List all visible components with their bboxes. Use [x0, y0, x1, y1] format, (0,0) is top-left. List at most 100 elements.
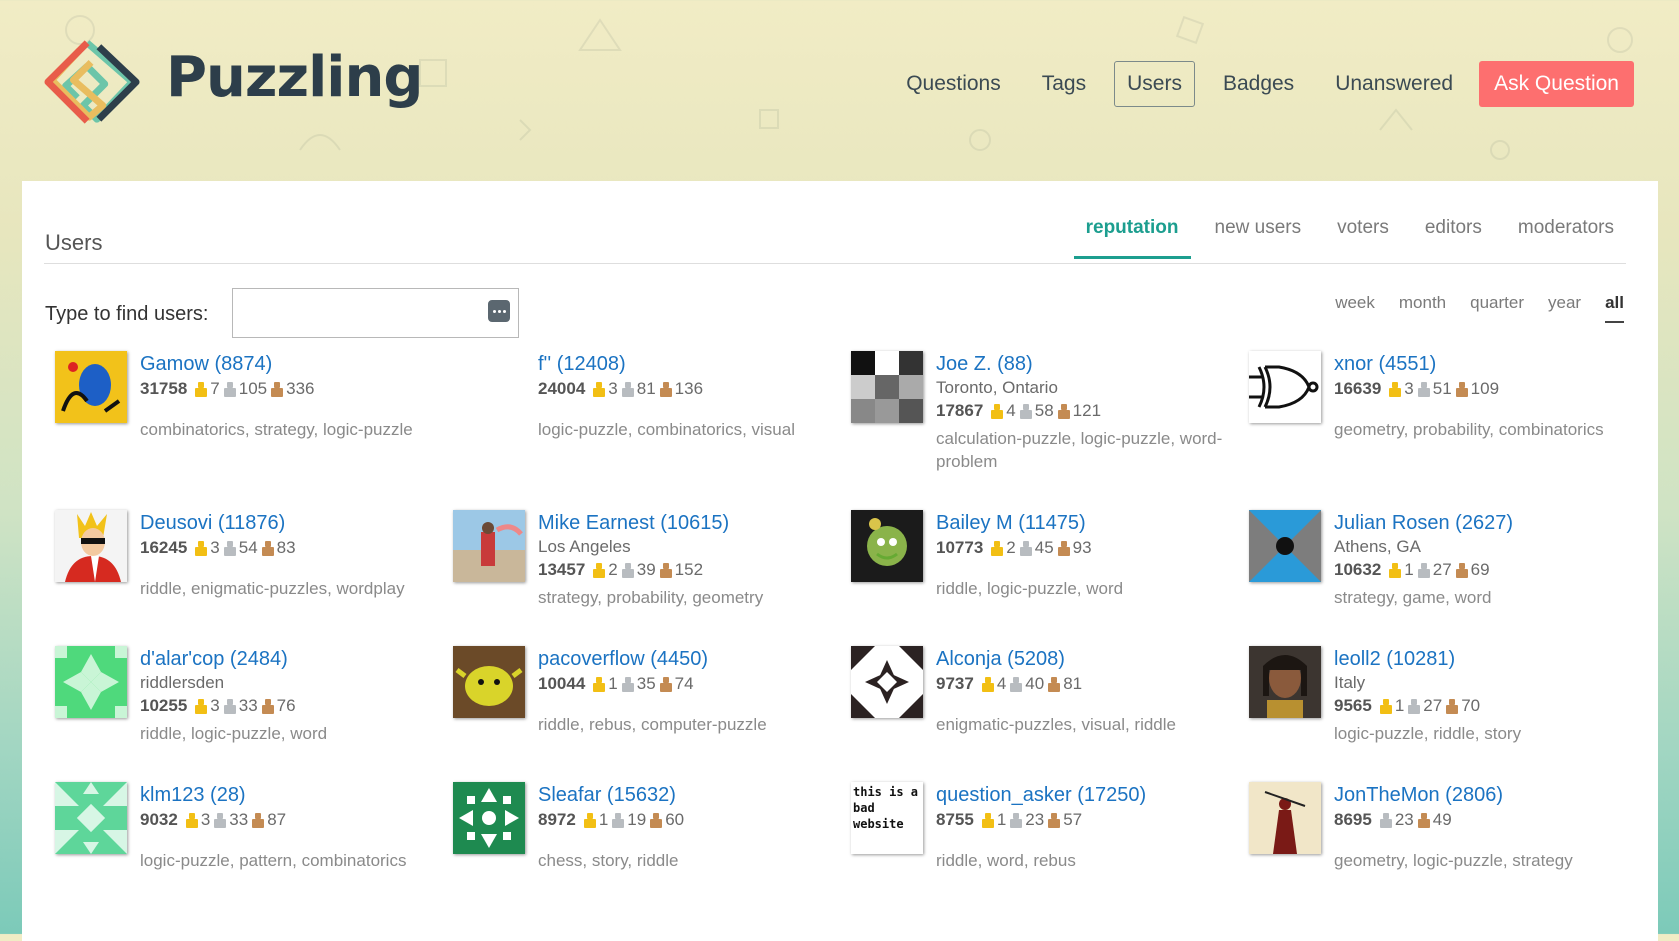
- tab-voters[interactable]: voters: [1325, 203, 1401, 259]
- user-name-link[interactable]: Mike Earnest (10615): [538, 510, 838, 536]
- avatar-text: this is a bad website: [853, 785, 919, 831]
- nav-unanswered[interactable]: Unanswered: [1322, 61, 1466, 107]
- user-name-link[interactable]: JonTheMon (2806): [1334, 782, 1634, 808]
- user-avatar[interactable]: [55, 510, 127, 582]
- bronze-badge-count: 60: [648, 808, 684, 832]
- user-name-link[interactable]: question_asker (17250): [936, 782, 1236, 808]
- user-avatar[interactable]: [453, 782, 525, 854]
- user-name-link[interactable]: leoll2 (10281): [1334, 646, 1634, 672]
- user-avatar[interactable]: [851, 510, 923, 582]
- user-stats: 17867 4 58 121: [936, 399, 1236, 423]
- nav-tags[interactable]: Tags: [1029, 61, 1099, 107]
- user-stats: 9737 4 40 81: [936, 672, 1236, 696]
- user-tags: combinatorics, strategy, logic-puzzle: [140, 420, 413, 439]
- user-location: Athens, GA: [1334, 537, 1421, 556]
- bronze-badge-count: 69: [1454, 558, 1490, 582]
- user-card: this is a bad website question_asker (172…: [851, 782, 1249, 892]
- silver-badge-count: 105: [222, 377, 267, 401]
- silver-badge-count: 33: [212, 808, 248, 832]
- user-name-link[interactable]: Joe Z. (88): [936, 351, 1236, 377]
- user-reputation: 31758: [140, 379, 188, 398]
- period-year[interactable]: year: [1548, 293, 1581, 323]
- period-all[interactable]: all: [1605, 293, 1624, 323]
- user-name-link[interactable]: klm123 (28): [140, 782, 440, 808]
- user-avatar[interactable]: [55, 351, 127, 423]
- silver-badge-count: 45: [1018, 536, 1054, 560]
- user-avatar[interactable]: [1249, 351, 1321, 423]
- bronze-badge-count: 136: [658, 377, 703, 401]
- user-avatar[interactable]: [851, 646, 923, 718]
- user-stats: 10255 3 33 76: [140, 694, 440, 718]
- user-stats: 8695 23 49: [1334, 808, 1634, 832]
- user-name-link[interactable]: Alconja (5208): [936, 646, 1236, 672]
- user-name-link[interactable]: Gamow (8874): [140, 351, 440, 377]
- find-users-field[interactable]: [232, 288, 519, 338]
- user-tags: riddle, word, rebus: [936, 851, 1076, 870]
- user-card: Alconja (5208) 9737 4 40 81 enigmatic-puzzles…: [851, 646, 1249, 782]
- user-name-link[interactable]: Bailey M (11475): [936, 510, 1236, 536]
- user-name-link[interactable]: Sleafar (15632): [538, 782, 838, 808]
- user-reputation: 9032: [140, 810, 178, 829]
- user-stats: 16245 3 54 83: [140, 536, 440, 560]
- user-name-link[interactable]: d'alar'cop (2484): [140, 646, 440, 672]
- tab-reputation[interactable]: reputation: [1073, 203, 1191, 259]
- user-avatar[interactable]: this is a bad website: [851, 782, 923, 854]
- user-details: Sleafar (15632) 8972 1 19 60 chess, story, ri…: [538, 782, 838, 872]
- user-tags: strategy, game, word: [1334, 588, 1492, 607]
- user-tags: enigmatic-puzzles, visual, riddle: [936, 715, 1176, 734]
- gold-badge-count: 1: [1378, 694, 1404, 718]
- user-avatar[interactable]: [55, 782, 127, 854]
- nav-users[interactable]: Users: [1114, 61, 1195, 107]
- bronze-badge-count: 76: [260, 694, 296, 718]
- find-users-input[interactable]: [241, 289, 475, 335]
- user-avatar[interactable]: [1249, 646, 1321, 718]
- ask-question-button[interactable]: Ask Question: [1479, 61, 1634, 107]
- gold-badge-count: 4: [989, 399, 1016, 423]
- user-card: klm123 (28) 9032 3 33 87 logic-puzzle, patter…: [55, 782, 453, 892]
- tab-new-users[interactable]: new users: [1203, 203, 1314, 259]
- user-tags: strategy, probability, geometry: [538, 588, 764, 607]
- bronze-badge-count: 57: [1046, 808, 1082, 832]
- user-name-link[interactable]: f'' (12408): [538, 351, 838, 377]
- silver-badge-count: 23: [1378, 808, 1414, 832]
- nav-questions[interactable]: Questions: [893, 61, 1014, 107]
- user-avatar[interactable]: [1249, 510, 1321, 582]
- tab-editors[interactable]: editors: [1413, 203, 1494, 259]
- user-card: Sleafar (15632) 8972 1 19 60 chess, story, ri…: [453, 782, 851, 892]
- silver-badge-count: 23: [1008, 808, 1044, 832]
- user-card: Deusovi (11876) 16245 3 54 83 riddle, enigmat…: [55, 510, 453, 646]
- user-name-link[interactable]: Julian Rosen (2627): [1334, 510, 1634, 536]
- user-stats: 10632 1 27 69: [1334, 558, 1634, 582]
- bronze-badge-count: 152: [658, 558, 703, 582]
- bronze-badge-count: 121: [1056, 399, 1101, 423]
- page-title: Users: [45, 230, 103, 255]
- site-header: Puzzling Questions Tags Users Badges Una…: [0, 0, 1679, 180]
- user-location: Italy: [1334, 673, 1366, 692]
- tab-moderators[interactable]: moderators: [1506, 203, 1626, 259]
- gold-badge-count: 1: [980, 808, 1006, 832]
- user-details: d'alar'cop (2484) riddlersden 10255 3 33 76 ri…: [140, 646, 440, 745]
- user-details: klm123 (28) 9032 3 33 87 logic-puzzle, patter…: [140, 782, 440, 872]
- nav-badges[interactable]: Badges: [1210, 61, 1307, 107]
- user-name-link[interactable]: xnor (4551): [1334, 351, 1634, 377]
- password-manager-icon[interactable]: [488, 300, 510, 322]
- user-stats: 9565 1 27 70: [1334, 694, 1634, 718]
- user-avatar[interactable]: [453, 646, 525, 718]
- user-stats: 8972 1 19 60: [538, 808, 838, 832]
- user-tags: riddle, enigmatic-puzzles, wordplay: [140, 579, 405, 598]
- user-avatar[interactable]: [851, 351, 923, 423]
- site-logo[interactable]: Puzzling: [44, 36, 423, 126]
- user-name-link[interactable]: pacoverflow (4450): [538, 646, 838, 672]
- user-tags: riddle, logic-puzzle, word: [140, 724, 328, 743]
- user-details: Mike Earnest (10615) Los Angeles 13457 2 39 1…: [538, 510, 838, 609]
- user-avatar[interactable]: [453, 510, 525, 582]
- user-avatar[interactable]: [1249, 782, 1321, 854]
- user-tags: chess, story, riddle: [538, 851, 679, 870]
- user-name-link[interactable]: Deusovi (11876): [140, 510, 440, 536]
- period-month[interactable]: month: [1399, 293, 1446, 323]
- period-quarter[interactable]: quarter: [1470, 293, 1524, 323]
- user-tags: logic-puzzle, pattern, combinatorics: [140, 851, 407, 870]
- user-card: xnor (4551) 16639 3 51 109 geometry, probabil…: [1249, 351, 1647, 510]
- user-avatar[interactable]: [55, 646, 127, 718]
- period-week[interactable]: week: [1335, 293, 1375, 323]
